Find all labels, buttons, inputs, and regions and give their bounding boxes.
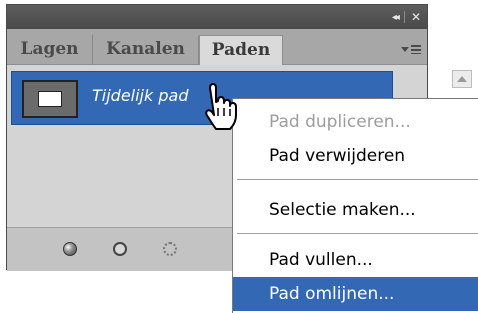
menu-item-selectie-maken[interactable]: Selectie maken... [233, 193, 478, 227]
chevron-down-icon [401, 46, 409, 52]
menu-item-pad-omlijnen[interactable]: Pad omlijnen... [233, 277, 478, 311]
panel-menu-icon[interactable] [399, 41, 421, 57]
context-menu: Pad dupliceren... Pad verwijderen Select… [232, 98, 478, 313]
hamburger-lines-icon [411, 44, 421, 54]
tab-paden[interactable]: Paden [199, 35, 283, 66]
panel-titlebar: ◂◂ ✕ [7, 5, 427, 29]
scroll-up-button[interactable] [452, 70, 472, 88]
panel-tabbar: Lagen Kanalen Paden [7, 29, 427, 66]
menu-item-pad-dupliceren[interactable]: Pad dupliceren... [233, 105, 478, 139]
path-thumbnail [22, 80, 78, 118]
double-chevron-left-icon[interactable]: ◂◂ [392, 12, 400, 23]
fill-path-icon[interactable] [63, 242, 77, 256]
stroke-path-icon[interactable] [113, 242, 127, 256]
screenshot-stage: ◂◂ ✕ Lagen Kanalen Paden Tijdelijk pad P… [0, 0, 478, 313]
tab-lagen[interactable]: Lagen [7, 35, 93, 65]
load-selection-icon[interactable] [163, 242, 177, 256]
path-name: Tijdelijk pad [92, 86, 189, 105]
hand-cursor-icon [205, 83, 237, 130]
menu-item-pad-vullen[interactable]: Pad vullen... [233, 243, 478, 277]
titlebar-divider [403, 11, 405, 23]
menu-separator [237, 233, 478, 234]
close-icon[interactable]: ✕ [411, 10, 421, 24]
tab-kanalen[interactable]: Kanalen [93, 35, 199, 65]
path-thumbnail-shape [38, 91, 62, 107]
menu-item-pad-verwijderen[interactable]: Pad verwijderen [233, 139, 478, 173]
menu-separator [237, 179, 478, 180]
